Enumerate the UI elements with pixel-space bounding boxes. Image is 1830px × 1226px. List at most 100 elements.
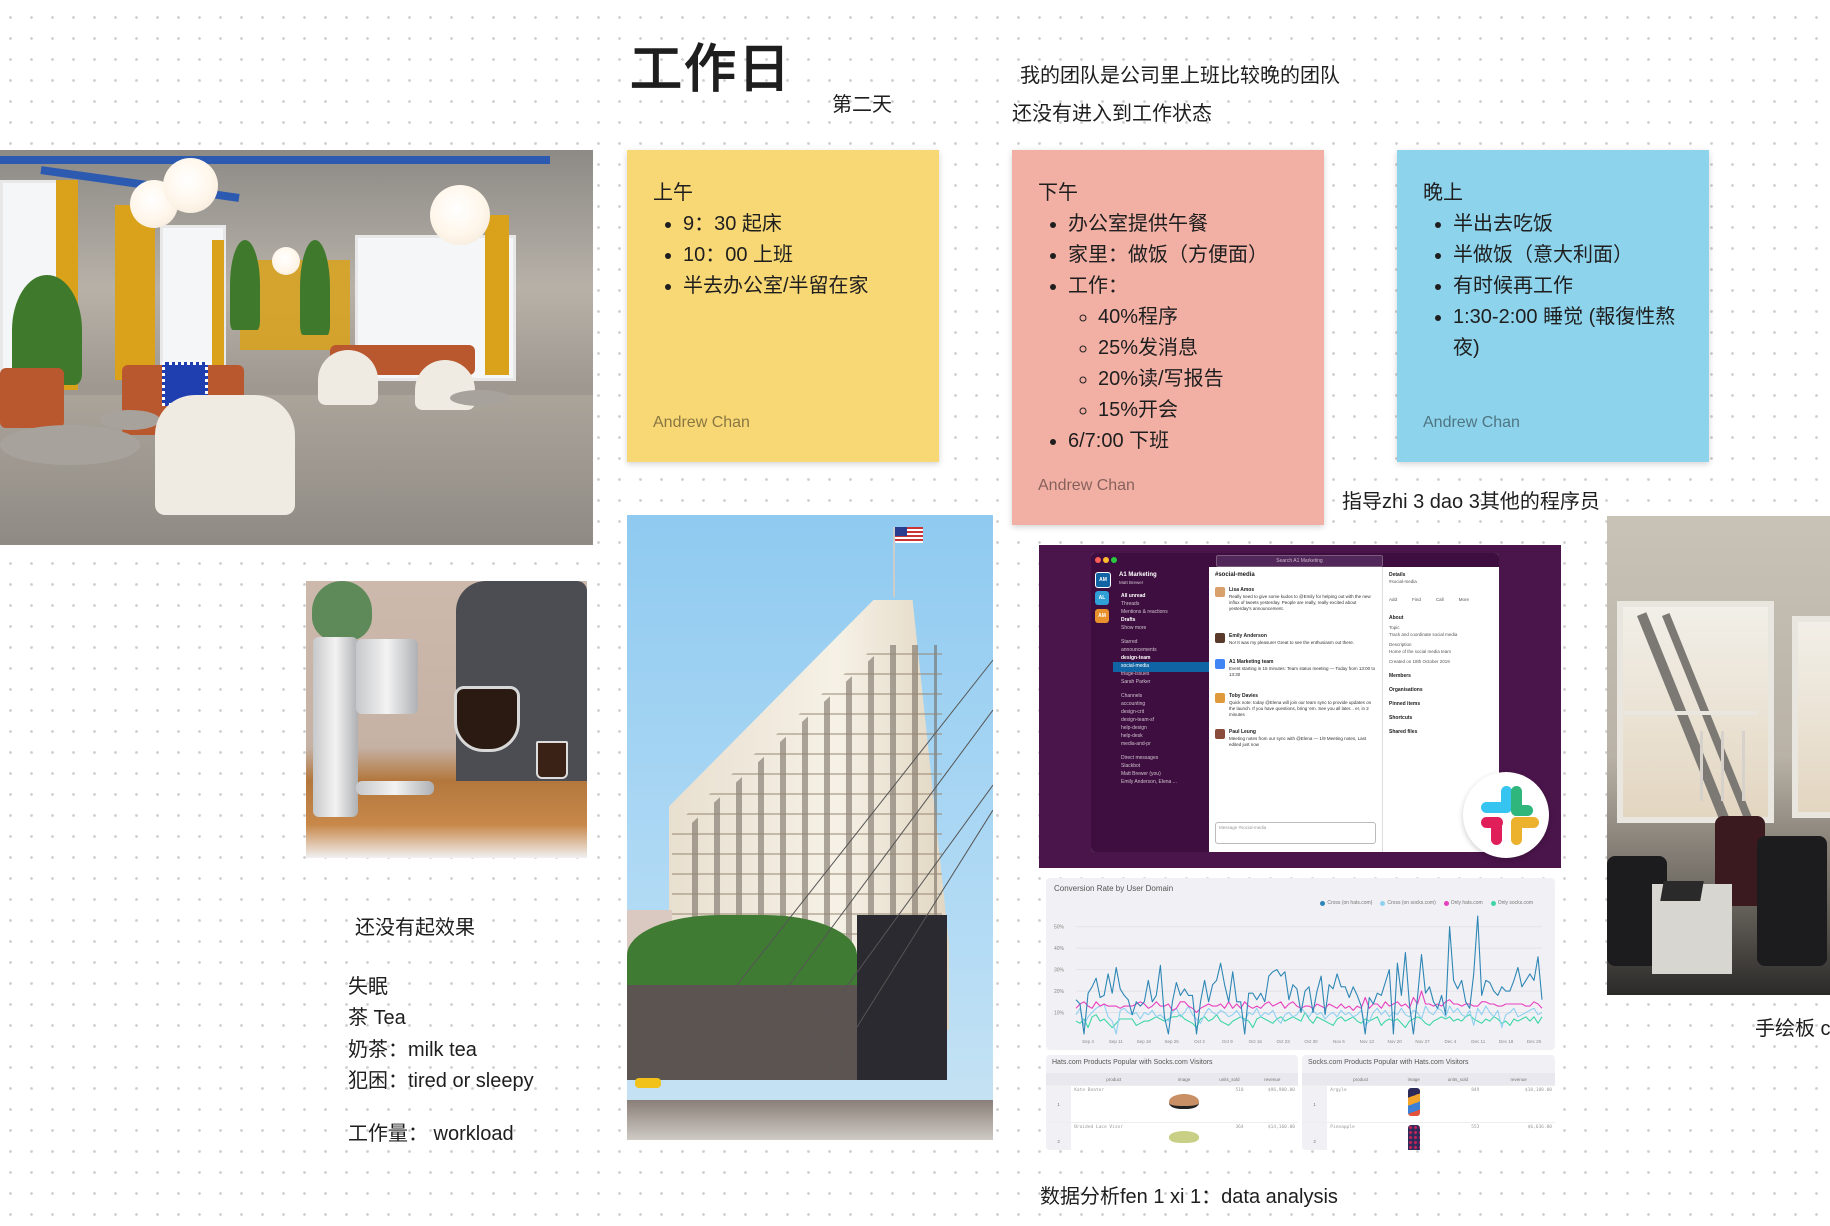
table-title: Socks.com Products Popular with Hats.com…: [1308, 1059, 1469, 1066]
sticky-author: Andrew Chan: [653, 414, 750, 431]
hat-image: [1169, 1094, 1200, 1109]
vocab-item: 失眠: [348, 976, 388, 998]
sticky-list: 半出去吃饭 半做饭（意大利面） 有时候再工作 1:30-2:00 睡觉 (報復性…: [1423, 209, 1683, 364]
y-tick-label: 40%: [1054, 946, 1065, 952]
sub-list-item: 20%读/写报告: [1098, 364, 1298, 395]
list-item: 半出去吃饭: [1453, 209, 1683, 240]
details-title: Details: [1389, 572, 1406, 578]
details-about: About: [1389, 615, 1404, 621]
details-section: Shared files: [1389, 729, 1418, 735]
x-tick-label: Nov 27: [1415, 1039, 1430, 1044]
slack-channel: announcements: [1121, 647, 1157, 653]
x-tick-label: Dec 4: [1444, 1039, 1456, 1044]
table-header-row: product image units_sold revenue: [1046, 1073, 1298, 1086]
details-action: Find: [1412, 597, 1421, 602]
x-tick-label: Oct 9: [1222, 1039, 1233, 1044]
slack-dm: Emily Anderson, Elena ...: [1121, 779, 1177, 785]
workspace-icon: AL: [1095, 591, 1109, 605]
sticky-note-evening[interactable]: 晚上 半出去吃饭 半做饭（意大利面） 有时候再工作 1:30-2:00 睡觉 (…: [1397, 150, 1709, 462]
details-section: Shortcuts: [1389, 715, 1413, 721]
sticky-heading: 晚上: [1423, 182, 1463, 204]
slack-logo-icon: [1463, 772, 1549, 858]
close-dot-icon: [1095, 557, 1101, 563]
details-description: Home of the social media team: [1389, 649, 1452, 654]
sticky-list: 9：30 起床 10：00 上班 半去办公室/半留在家: [653, 209, 913, 302]
office-lounge-photo: [0, 150, 593, 545]
slack-channel: design-team: [1121, 655, 1151, 661]
slack-nav: All unread: [1121, 593, 1146, 599]
x-tick-label: Nov 6: [1333, 1039, 1345, 1044]
details-section: Organisations: [1389, 687, 1423, 693]
slack-channel: media-and-pr: [1121, 741, 1151, 747]
slack-section: Starred: [1121, 639, 1138, 645]
conversion-line-chart: 10% 20% 30% 40% 50% Sep 4 Sep 11 Sep 18 Sep 25 Oc…: [1054, 915, 1543, 1044]
details-action: More: [1458, 597, 1469, 602]
sticky-note-morning[interactable]: 上午 9：30 起床 10：00 上班 半去办公室/半留在家 Andrew Ch…: [627, 150, 939, 462]
slack-nav: Show more: [1121, 625, 1147, 631]
board-subtitle: 第二天: [832, 94, 892, 116]
slack-nav: Mentions & reactions: [1121, 609, 1168, 615]
zoom-dot-icon: [1111, 557, 1117, 563]
slack-nav: Threads: [1121, 601, 1140, 607]
sock-image: [1407, 1125, 1420, 1150]
team-note-line2: 还没有进入到工作状态: [1012, 103, 1212, 125]
table-row: 2 Braided Lace Visor 364 $14,160.00: [1046, 1122, 1298, 1150]
list-item: 1:30-2:00 睡觉 (報復性熬夜): [1453, 302, 1683, 364]
sticky-author: Andrew Chan: [1038, 477, 1135, 494]
slack-channel: design-team-sf: [1121, 717, 1155, 723]
details-section: Members: [1389, 673, 1411, 679]
x-tick-label: Oct 16: [1249, 1039, 1263, 1044]
drawing-tablet-note: 手绘板 c: [1755, 1018, 1830, 1040]
details-topic: Track and coordinate social media: [1389, 632, 1458, 637]
workspace-icon: AM: [1095, 609, 1109, 623]
list-item: 半做饭（意大利面）: [1453, 240, 1683, 271]
table-row: 2 Pineapple 553 $6,636.00: [1302, 1122, 1555, 1150]
sub-list-item: 15%开会: [1098, 395, 1298, 426]
minimize-dot-icon: [1103, 557, 1109, 563]
details-topic-label: Topic: [1389, 625, 1400, 630]
x-tick-label: Dec 18: [1499, 1039, 1514, 1044]
x-tick-label: Oct 2: [1194, 1039, 1205, 1044]
vocab-item: 奶茶：milk tea: [348, 1039, 477, 1061]
sticky-list: 办公室提供午餐 家里：做饭（方便面） 工作： 40%程序 25%发消息 20%读…: [1038, 209, 1298, 457]
coffee-maker-photo: [306, 581, 587, 858]
list-item: 半去办公室/半留在家: [683, 271, 913, 302]
mentor-note: 指导zhi 3 dao 3其他的程序员: [1342, 491, 1600, 513]
x-tick-label: Oct 23: [1276, 1039, 1290, 1044]
slack-search: Search A1 Marketing: [1216, 555, 1383, 567]
sub-list-item: 40%程序: [1098, 302, 1298, 333]
hats-products-table: Hats.com Products Popular with Socks.com…: [1046, 1055, 1298, 1150]
x-tick-label: Sep 25: [1164, 1039, 1179, 1044]
slack-channel-selected: social-media: [1121, 663, 1150, 669]
x-tick-label: Dec 25: [1527, 1039, 1542, 1044]
sock-image: [1407, 1088, 1420, 1116]
home-room-photo: [1607, 516, 1830, 995]
table-row: 1 Argyle 849 $10,188.00: [1302, 1085, 1555, 1123]
board-title: 工作日: [630, 41, 793, 99]
details-description-label: Description: [1389, 642, 1412, 647]
table-header-row: product image units_sold revenue: [1302, 1073, 1555, 1086]
x-tick-label: Nov 13: [1360, 1039, 1375, 1044]
sticky-heading: 上午: [653, 182, 693, 204]
x-tick-label: Sep 4: [1082, 1039, 1094, 1044]
workload-note: 工作量： workload: [348, 1123, 514, 1145]
sub-list-item: 25%发消息: [1098, 333, 1298, 364]
table-row: 1 Kate Boater 510 $96,900.00: [1046, 1085, 1298, 1123]
slack-nav: Drafts: [1121, 617, 1136, 623]
list-item: 9：30 起床: [683, 209, 913, 240]
slack-user: Matt Brewer: [1119, 580, 1144, 585]
details-section: Pinned items: [1389, 701, 1421, 707]
slack-channel-title: #social-media: [1215, 572, 1255, 578]
building-photo: [627, 515, 993, 1140]
data-analysis-note: 数据分析fen 1 xi 1：data analysis: [1040, 1186, 1338, 1208]
slack-channel: Sarah Parker: [1121, 679, 1151, 685]
y-tick-label: 20%: [1054, 989, 1065, 995]
x-tick-label: Sep 18: [1137, 1039, 1152, 1044]
sticky-note-afternoon[interactable]: 下午 办公室提供午餐 家里：做饭（方便面） 工作： 40%程序 25%发消息 2…: [1012, 150, 1324, 525]
sticky-sublist: 40%程序 25%发消息 20%读/写报告 15%开会: [1068, 302, 1298, 426]
y-tick-label: 30%: [1054, 968, 1065, 974]
team-note-line1: 我的团队是公司里上班比较晚的团队: [1020, 65, 1340, 87]
list-item: 办公室提供午餐: [1068, 209, 1298, 240]
slack-message-composer: Message #social-media: [1215, 822, 1376, 844]
y-tick-label: 10%: [1054, 1011, 1065, 1017]
